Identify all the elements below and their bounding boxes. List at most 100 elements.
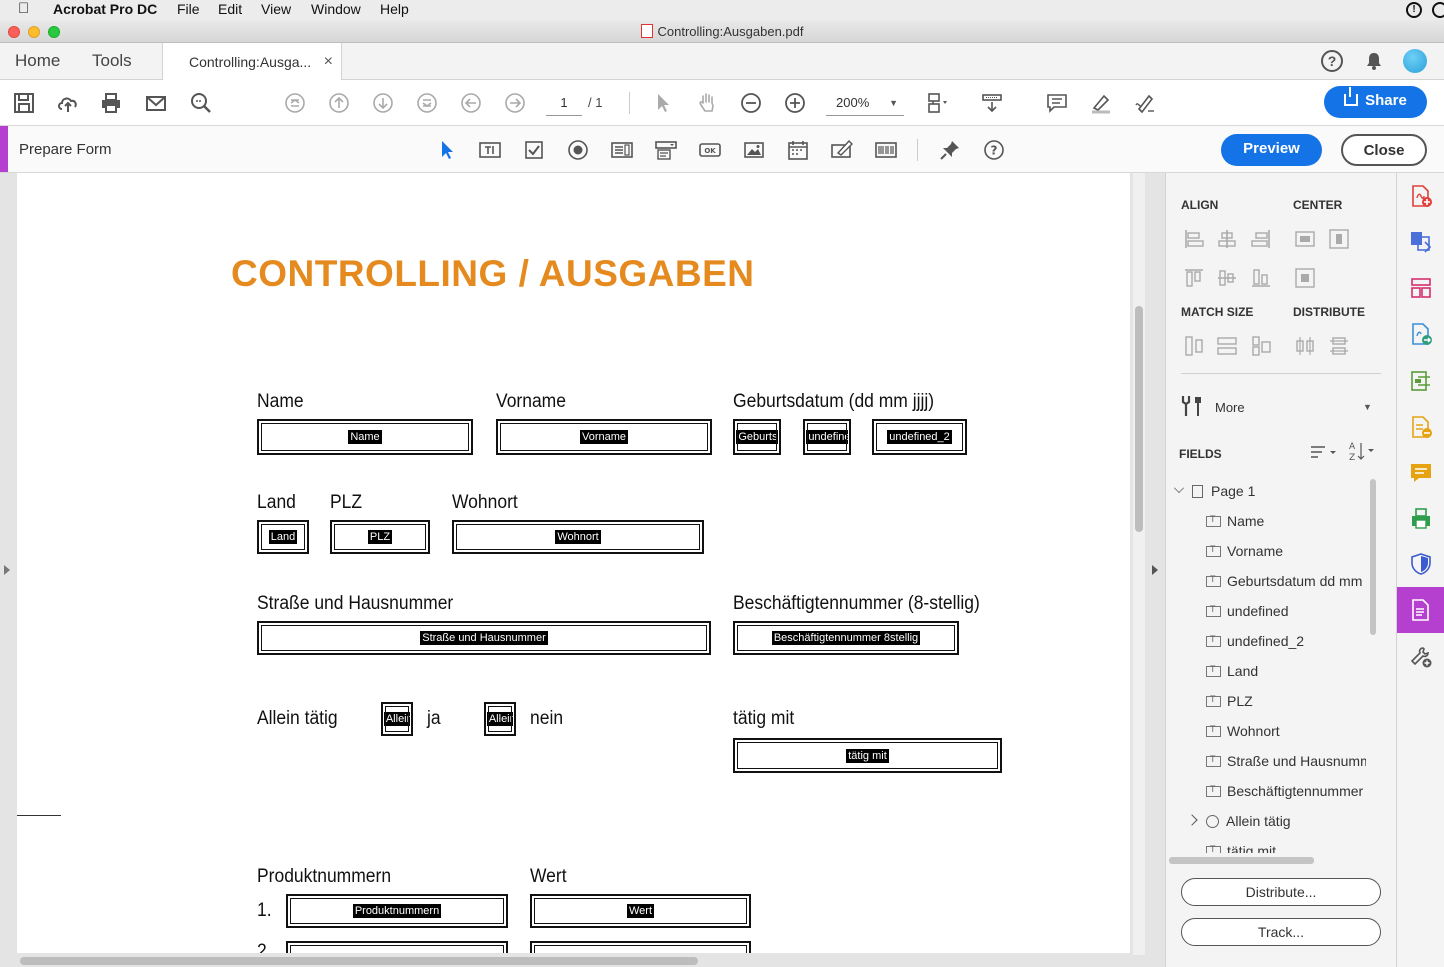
menu-app-name[interactable]: Acrobat Pro DC [53,1,157,17]
search-zoom-icon[interactable] [188,90,214,116]
fields-tree-scrollbar-thumb[interactable] [1370,479,1376,635]
dropdown-tool-icon[interactable] [653,137,679,163]
last-page-icon[interactable] [414,90,440,116]
distribute-horizontal-icon[interactable] [1294,335,1316,357]
vertical-scrollbar-track[interactable] [1133,173,1145,955]
organize-pages-icon[interactable] [1409,276,1433,300]
more-tools-wrench-icon[interactable] [1409,645,1433,669]
tree-field-item[interactable]: PLZ [1206,693,1253,709]
close-window-button[interactable] [8,26,20,38]
center-horizontal-icon[interactable] [1294,228,1316,250]
tree-field-item[interactable]: Land [1206,663,1258,679]
zoom-in-icon[interactable] [782,90,808,116]
apple-icon[interactable]:  [18,0,29,17]
checkbox-tool-icon[interactable] [521,137,547,163]
field-produktnummern[interactable]: Produktnummern [286,894,508,928]
print-icon[interactable] [98,90,124,116]
export-pdf-icon[interactable] [1409,322,1433,346]
tab-close-icon[interactable]: × [324,43,333,81]
scroll-mode-icon[interactable] [979,90,1005,116]
barcode-tool-icon[interactable] [873,137,899,163]
highlight-pen-icon[interactable] [1088,90,1114,116]
fields-tree[interactable]: Page 1 Name Vorname Geburtsdatum dd mm u… [1166,475,1366,853]
field-beschaeftigtennummer[interactable]: Beschäftigtennummer 8stellig [733,621,959,655]
align-center-horizontal-icon[interactable] [1216,228,1238,250]
sort-alpha-icon[interactable]: AZ [1348,439,1376,463]
save-icon[interactable] [11,90,37,116]
hand-tool-icon[interactable] [694,90,720,116]
page-display-icon[interactable] [924,90,950,116]
zoom-out-icon[interactable] [738,90,764,116]
signature-field-tool-icon[interactable] [829,137,855,163]
distribute-vertical-icon[interactable] [1328,335,1350,357]
tree-field-item[interactable]: undefined_2 [1206,633,1304,649]
field-produktnummern-2[interactable] [286,941,508,953]
field-wert-2[interactable] [530,941,751,953]
close-button[interactable]: Close [1341,134,1427,166]
edit-pdf-icon[interactable] [1409,369,1433,393]
field-plz[interactable]: PLZ [330,520,430,554]
radio-button-tool-icon[interactable] [565,137,591,163]
prepare-form-rail-button[interactable] [1397,587,1444,633]
help-icon[interactable]: ? [1321,50,1343,72]
right-panel-toggle-icon[interactable] [1152,565,1158,575]
align-middle-icon[interactable] [1216,267,1238,289]
vertical-scrollbar-thumb[interactable] [1135,306,1143,532]
pin-icon[interactable] [937,137,963,163]
menu-help[interactable]: Help [380,1,409,17]
upload-cloud-icon[interactable] [55,90,81,116]
field-name[interactable]: Name [257,419,473,455]
form-help-icon[interactable]: ? [981,137,1007,163]
menu-file[interactable]: File [177,1,200,17]
tree-field-item[interactable]: tätig mit [1206,843,1276,853]
chevron-right-icon[interactable] [1186,814,1198,826]
sort-order-icon[interactable] [1310,443,1338,461]
document-view[interactable]: CONTROLLING / AUSGABEN Name Name Vorname… [0,173,1165,967]
tab-tools[interactable]: Tools [92,43,132,80]
match-width-icon[interactable] [1216,335,1238,357]
export-file-icon[interactable] [1409,415,1433,439]
more-label[interactable]: More [1215,400,1245,415]
left-panel-toggle-icon[interactable] [4,565,10,575]
align-top-icon[interactable] [1183,267,1205,289]
tree-field-item[interactable]: Vorname [1206,543,1283,559]
checkbox-allein-nein[interactable]: Allein [484,702,516,736]
zoom-window-button[interactable] [48,26,60,38]
combine-files-icon[interactable] [1409,229,1433,253]
protect-shield-icon[interactable] [1409,552,1433,576]
field-land[interactable]: Land [257,520,309,554]
previous-page-icon[interactable] [326,90,352,116]
align-left-icon[interactable] [1183,228,1205,250]
tree-field-item[interactable]: undefined [1206,603,1289,619]
field-taetig-mit[interactable]: tätig mit [733,738,1002,773]
fields-tree-hscrollbar-thumb[interactable] [1169,857,1314,864]
sign-icon[interactable] [1132,90,1158,116]
tab-home[interactable]: Home [15,43,60,80]
checkbox-allein-ja[interactable]: Allein [381,702,413,736]
menu-edit[interactable]: Edit [218,1,242,17]
more-tools-icon[interactable] [1180,394,1206,418]
field-undefined[interactable]: undefined [803,419,851,455]
scan-icon[interactable] [1409,506,1433,530]
tree-field-item[interactable]: Beschäftigtennummer [1206,783,1363,799]
tree-group-item[interactable]: Allein tätig [1206,813,1291,829]
preview-button[interactable]: Preview [1221,134,1322,166]
select-object-icon[interactable] [434,137,460,163]
list-box-tool-icon[interactable] [609,137,635,163]
info-icon[interactable]: ! [1406,2,1422,18]
button-tool-icon[interactable]: OK [697,137,723,163]
page-number-input[interactable]: 1 [546,92,582,116]
center-vertical-icon[interactable] [1328,228,1350,250]
back-view-icon[interactable] [458,90,484,116]
menu-window[interactable]: Window [311,1,361,17]
field-undefined-2[interactable]: undefined_2 [872,419,967,455]
tree-page-item[interactable]: Page 1 [1192,483,1255,499]
notification-bell-icon[interactable] [1364,51,1384,71]
field-wohnort[interactable]: Wohnort [452,520,704,554]
first-page-icon[interactable] [282,90,308,116]
comment-icon[interactable] [1044,90,1070,116]
share-button[interactable]: Share [1324,86,1427,118]
date-field-tool-icon[interactable] [785,137,811,163]
image-tool-icon[interactable] [741,137,767,163]
create-pdf-icon[interactable] [1409,184,1433,208]
